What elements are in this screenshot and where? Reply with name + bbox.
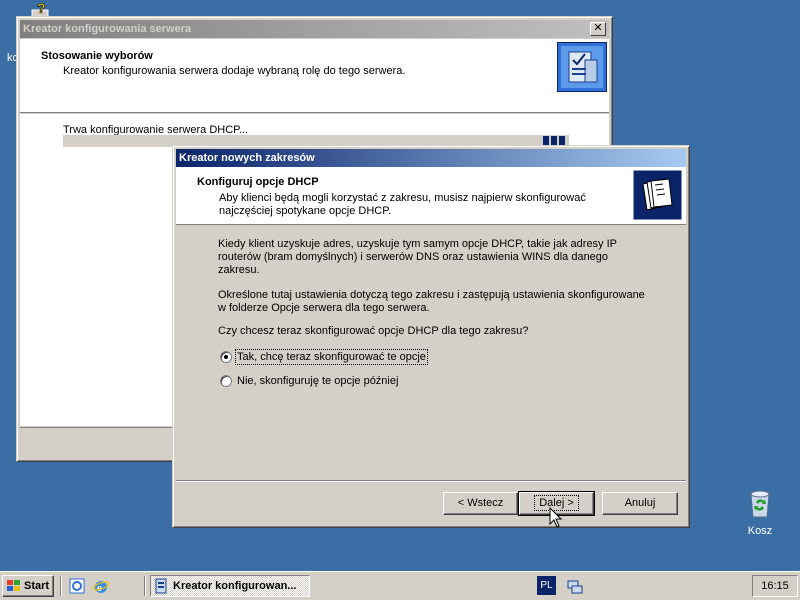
cancel-button[interactable]: Anuluj [602, 492, 678, 515]
back-window-titlebar[interactable]: Kreator konfigurowania serwera [20, 20, 609, 38]
back-header-title: Stosowanie wyborów [41, 50, 153, 62]
recycle-bin[interactable]: Kosz [738, 487, 782, 539]
windows-logo-icon [7, 580, 20, 591]
language-indicator[interactable]: PL [537, 576, 556, 595]
system-tray-clock[interactable]: 16:15 [752, 575, 798, 597]
back-window-close-button[interactable]: ✕ [590, 22, 606, 36]
back-window-header: Stosowanie wyborów Kreator konfigurowani… [20, 39, 609, 113]
start-label: Start [24, 580, 50, 592]
dialog-separator [176, 480, 686, 482]
quicklaunch-server-manager[interactable] [68, 577, 86, 595]
dialog-titlebar[interactable]: Kreator nowych zakresów [176, 149, 686, 167]
dialog-header: Konfiguruj opcje DHCP Aby klienci będą m… [176, 167, 686, 225]
taskbar-divider-2 [144, 576, 146, 596]
radio-no-label: Nie, skonfiguruję te opcje później [237, 375, 399, 387]
para2-line1: Określone tutaj ustawienia dotyczą tego … [218, 289, 645, 301]
arrow-cursor-icon [549, 506, 563, 528]
server-wizard-task-icon [155, 578, 167, 594]
close-icon: ✕ [593, 22, 603, 34]
language-label: PL [540, 580, 553, 591]
dialog-question: Czy chcesz teraz skonfigurować opcje DHC… [218, 325, 529, 337]
back-button-label: < Wstecz [457, 497, 504, 509]
radio-configure-now[interactable]: Tak, chcę teraz skonfigurować te opcje [220, 349, 480, 366]
quicklaunch-internet-explorer[interactable]: e [92, 577, 110, 595]
clock: 16:15 [761, 580, 789, 592]
radio-selected-dot [224, 355, 228, 359]
server-manager-icon [69, 578, 85, 594]
taskbar: Start e Kreator konfigurowan... PL 16:15 [0, 571, 800, 600]
new-scope-wizard-dialog: Kreator nowych zakresów Konfiguruj opcje… [172, 145, 690, 528]
radio-yes-label: Tak, chcę teraz skonfigurować te opcje [235, 349, 428, 365]
recycle-bin-label: Kosz [747, 525, 773, 537]
radio-circle-no[interactable] [220, 375, 232, 387]
dialog-header-title: Konfiguruj opcje DHCP [197, 176, 319, 188]
para1-line2: routerów (bram domyślnych) i serwerów DN… [218, 251, 609, 263]
taskbar-task-server-wizard[interactable]: Kreator konfigurowan... [150, 575, 310, 597]
network-icon [567, 580, 583, 594]
para1-line3: zakresu. [218, 264, 260, 276]
start-button[interactable]: Start [2, 575, 54, 597]
mouse-cursor [549, 506, 563, 529]
para2-line2: w folderze Opcje serwera dla tego serwer… [218, 302, 430, 314]
tray-network-icon-button[interactable] [566, 577, 584, 595]
internet-explorer-icon: e [92, 581, 110, 594]
para1-line1: Kiedy klient uzyskuje adres, uzyskuje ty… [218, 238, 618, 250]
back-button[interactable]: < Wstecz [443, 492, 518, 515]
back-header-subtitle: Kreator konfigurowania serwera dodaje wy… [63, 65, 406, 77]
dialog-header-subtitle-1: Aby klienci będą mogli korzystać z zakre… [219, 192, 586, 204]
taskbar-divider [60, 576, 62, 596]
task-label: Kreator konfigurowan... [173, 580, 297, 592]
recycle-bin-icon [750, 490, 770, 518]
folder-options-icon [633, 170, 682, 220]
svg-text:?: ? [37, 2, 46, 16]
dialog-header-subtitle-2: najczęściej spotykane opcje DHCP. [219, 205, 392, 217]
dialog-title: Kreator nowych zakresów [179, 152, 315, 164]
radio-configure-later[interactable]: Nie, skonfiguruję te opcje później [220, 374, 480, 390]
cancel-button-label: Anuluj [624, 497, 656, 509]
dialog-paragraph-1: Kiedy klient uzyskuje adres, uzyskuje ty… [218, 238, 678, 277]
dialog-paragraph-2: Określone tutaj ustawienia dotyczą tego … [218, 289, 678, 315]
radio-circle-yes[interactable] [220, 351, 232, 363]
back-window-title: Kreator konfigurowania serwera [23, 23, 192, 35]
server-wizard-icon [557, 42, 607, 92]
